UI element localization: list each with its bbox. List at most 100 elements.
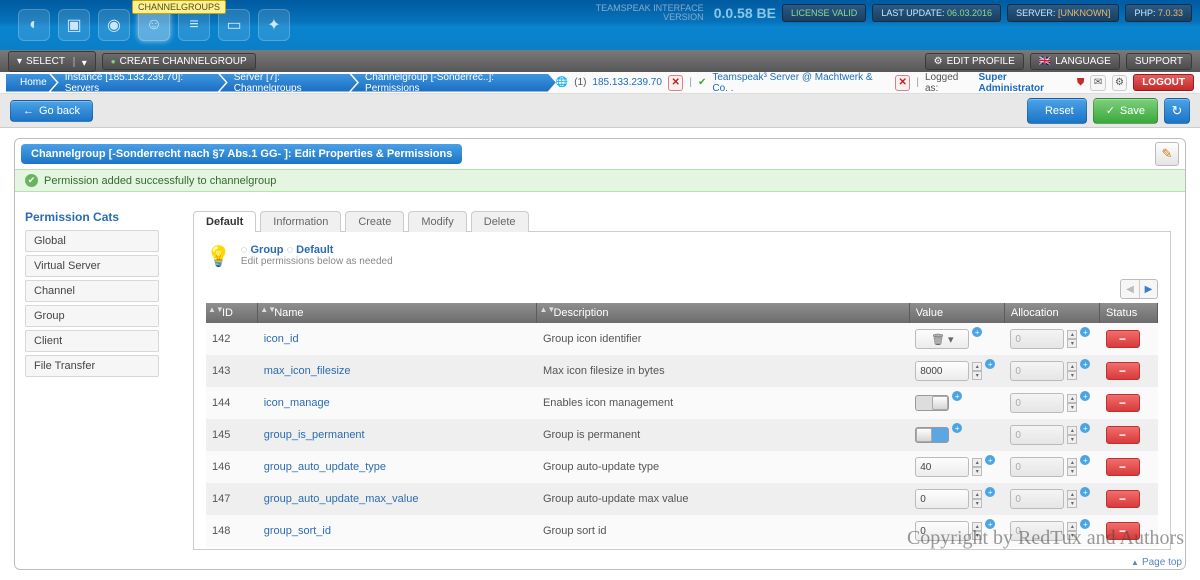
allocation-input[interactable] bbox=[1010, 425, 1064, 445]
cat-channel[interactable]: Channel bbox=[25, 280, 159, 302]
add-value-button[interactable]: + bbox=[985, 455, 995, 465]
th-id[interactable]: ▲▼ID bbox=[206, 303, 258, 323]
th-name[interactable]: ▲▼Name bbox=[258, 303, 537, 323]
value-input[interactable] bbox=[915, 361, 969, 381]
delete-row-button[interactable]: − bbox=[1106, 426, 1140, 444]
delete-row-button[interactable]: − bbox=[1106, 490, 1140, 508]
reset-button[interactable]: Reset bbox=[1027, 98, 1087, 124]
add-allocation-button[interactable]: + bbox=[1080, 455, 1090, 465]
allocation-input[interactable] bbox=[1010, 329, 1064, 349]
allocation-spinner[interactable]: ▴▾ bbox=[1067, 394, 1077, 412]
delete-row-button[interactable]: − bbox=[1106, 394, 1140, 412]
top-header: ◐ ▣ ◉ ☺ ≡ ▭ ✦ CHANNELGROUPS TEAMSPEAK IN… bbox=[0, 0, 1200, 50]
tab-delete[interactable]: Delete bbox=[471, 211, 529, 232]
refresh-button[interactable] bbox=[1164, 98, 1190, 124]
nav-servers-icon[interactable]: ▣ bbox=[58, 9, 90, 41]
allocation-input[interactable] bbox=[1010, 393, 1064, 413]
edit-profile-button[interactable]: EDIT PROFILE bbox=[925, 53, 1024, 70]
add-value-button[interactable]: + bbox=[985, 487, 995, 497]
language-button[interactable]: 🇬🇧 LANGUAGE bbox=[1030, 53, 1120, 70]
nav-instance-icon[interactable]: ◉ bbox=[98, 9, 130, 41]
cell-name[interactable]: group_auto_update_max_value bbox=[258, 483, 537, 515]
cell-name[interactable]: icon_id bbox=[258, 323, 537, 355]
create-channelgroup-button[interactable]: CREATE CHANNELGROUP bbox=[102, 53, 256, 70]
value-toggle[interactable] bbox=[915, 395, 949, 411]
add-value-button[interactable]: + bbox=[985, 359, 995, 369]
cell-name[interactable]: group_auto_update_type bbox=[258, 451, 537, 483]
save-button[interactable]: Save bbox=[1093, 98, 1158, 124]
page-prev-button[interactable]: ◀ bbox=[1121, 280, 1139, 298]
cat-file-transfer[interactable]: File Transfer bbox=[25, 355, 159, 377]
value-toggle[interactable] bbox=[915, 427, 949, 443]
cat-global[interactable]: Global bbox=[25, 230, 159, 252]
tab-modify[interactable]: Modify bbox=[408, 211, 466, 232]
add-value-button[interactable]: + bbox=[952, 391, 962, 401]
allocation-input[interactable] bbox=[1010, 457, 1064, 477]
cell-name[interactable]: max_icon_filesize bbox=[258, 355, 537, 387]
allocation-spinner[interactable]: ▴▾ bbox=[1067, 458, 1077, 476]
cell-desc: Group icon identifier bbox=[537, 323, 909, 355]
allocation-spinner[interactable]: ▴▾ bbox=[1067, 490, 1077, 508]
go-back-button[interactable]: Go back bbox=[10, 100, 93, 122]
instance-ip-link[interactable]: 185.133.239.70 bbox=[592, 77, 662, 88]
logout-button[interactable]: LOGOUT bbox=[1133, 74, 1194, 91]
add-allocation-button[interactable]: + bbox=[1080, 487, 1090, 497]
add-value-button[interactable]: + bbox=[972, 327, 982, 337]
allocation-spinner[interactable]: ▴▾ bbox=[1067, 330, 1077, 348]
allocation-input[interactable] bbox=[1010, 361, 1064, 381]
cell-id: 142 bbox=[206, 323, 258, 355]
logged-label: Logged as: bbox=[925, 72, 972, 94]
select-instance-button[interactable]: ▾ SELECT ｜ ▾ bbox=[8, 51, 96, 72]
server-name-link[interactable]: Teamspeak³ Server @ Machtwerk & Co. . bbox=[712, 72, 889, 94]
value-spinner[interactable]: ▴▾ bbox=[972, 458, 982, 476]
value-spinner[interactable]: ▴▾ bbox=[972, 490, 982, 508]
cell-name[interactable]: group_sort_id bbox=[258, 515, 537, 547]
crumb-home[interactable]: Home bbox=[6, 74, 57, 92]
watermark-text: Copyright by RedTux and Authors bbox=[907, 527, 1184, 550]
th-desc[interactable]: ▲▼Description bbox=[537, 303, 909, 323]
nav-misc-icon[interactable]: ✦ bbox=[258, 9, 290, 41]
value-input[interactable] bbox=[915, 489, 969, 509]
cell-name[interactable]: group_is_permanent bbox=[258, 419, 537, 451]
tab-default[interactable]: Default bbox=[193, 211, 256, 232]
mail-button[interactable]: ✉ bbox=[1090, 75, 1105, 91]
instance-close-button[interactable]: ✕ bbox=[668, 75, 683, 91]
crumb-instance[interactable]: Instance [185.133.239.70]: Servers bbox=[51, 74, 226, 92]
tab-information[interactable]: Information bbox=[260, 211, 341, 232]
crumb-server[interactable]: Server [7]: Channelgroups bbox=[220, 74, 357, 92]
settings-button[interactable]: ⚙ bbox=[1112, 75, 1127, 91]
add-allocation-button[interactable]: + bbox=[1080, 359, 1090, 369]
value-icon-picker[interactable]: 🗑 ▾ bbox=[915, 329, 969, 349]
allocation-spinner[interactable]: ▴▾ bbox=[1067, 362, 1077, 380]
delete-row-button[interactable]: − bbox=[1106, 362, 1140, 380]
page-next-button[interactable]: ▶ bbox=[1139, 280, 1157, 298]
cat-group[interactable]: Group bbox=[25, 305, 159, 327]
cat-virtual-server[interactable]: Virtual Server bbox=[25, 255, 159, 277]
server-close-button[interactable]: ✕ bbox=[895, 75, 910, 91]
page-top-link[interactable]: Page top bbox=[1131, 557, 1182, 568]
add-allocation-button[interactable]: + bbox=[1080, 391, 1090, 401]
cell-name[interactable]: icon_manage bbox=[258, 387, 537, 419]
logged-user-link[interactable]: Super Administrator bbox=[978, 72, 1070, 94]
add-allocation-button[interactable]: + bbox=[1080, 327, 1090, 337]
nav-dashboard-icon[interactable]: ◐ bbox=[18, 9, 50, 41]
allocation-spinner[interactable]: ▴▾ bbox=[1067, 426, 1077, 444]
support-button[interactable]: SUPPORT bbox=[1126, 53, 1192, 70]
value-spinner[interactable]: ▴▾ bbox=[972, 362, 982, 380]
value-input[interactable] bbox=[915, 457, 969, 477]
add-value-button[interactable]: + bbox=[952, 423, 962, 433]
th-status[interactable]: Status bbox=[1100, 303, 1158, 323]
cat-client[interactable]: Client bbox=[25, 330, 159, 352]
table-row: 145group_is_permanentGroup is permanent+… bbox=[206, 419, 1158, 451]
bulb-icon: 💡 bbox=[206, 244, 231, 269]
delete-row-button[interactable]: − bbox=[1106, 458, 1140, 476]
th-alloc[interactable]: Allocation bbox=[1004, 303, 1099, 323]
hint-subtitle: Edit permissions below as needed bbox=[241, 256, 393, 267]
add-allocation-button[interactable]: + bbox=[1080, 423, 1090, 433]
delete-row-button[interactable]: − bbox=[1106, 330, 1140, 348]
edit-title-button[interactable]: ✎ bbox=[1155, 142, 1179, 166]
allocation-input[interactable] bbox=[1010, 489, 1064, 509]
crumb-channelgroup[interactable]: Channelgroup [-Sonderrec..]: Permissions bbox=[351, 74, 556, 92]
tab-create[interactable]: Create bbox=[345, 211, 404, 232]
th-value[interactable]: Value bbox=[909, 303, 1004, 323]
